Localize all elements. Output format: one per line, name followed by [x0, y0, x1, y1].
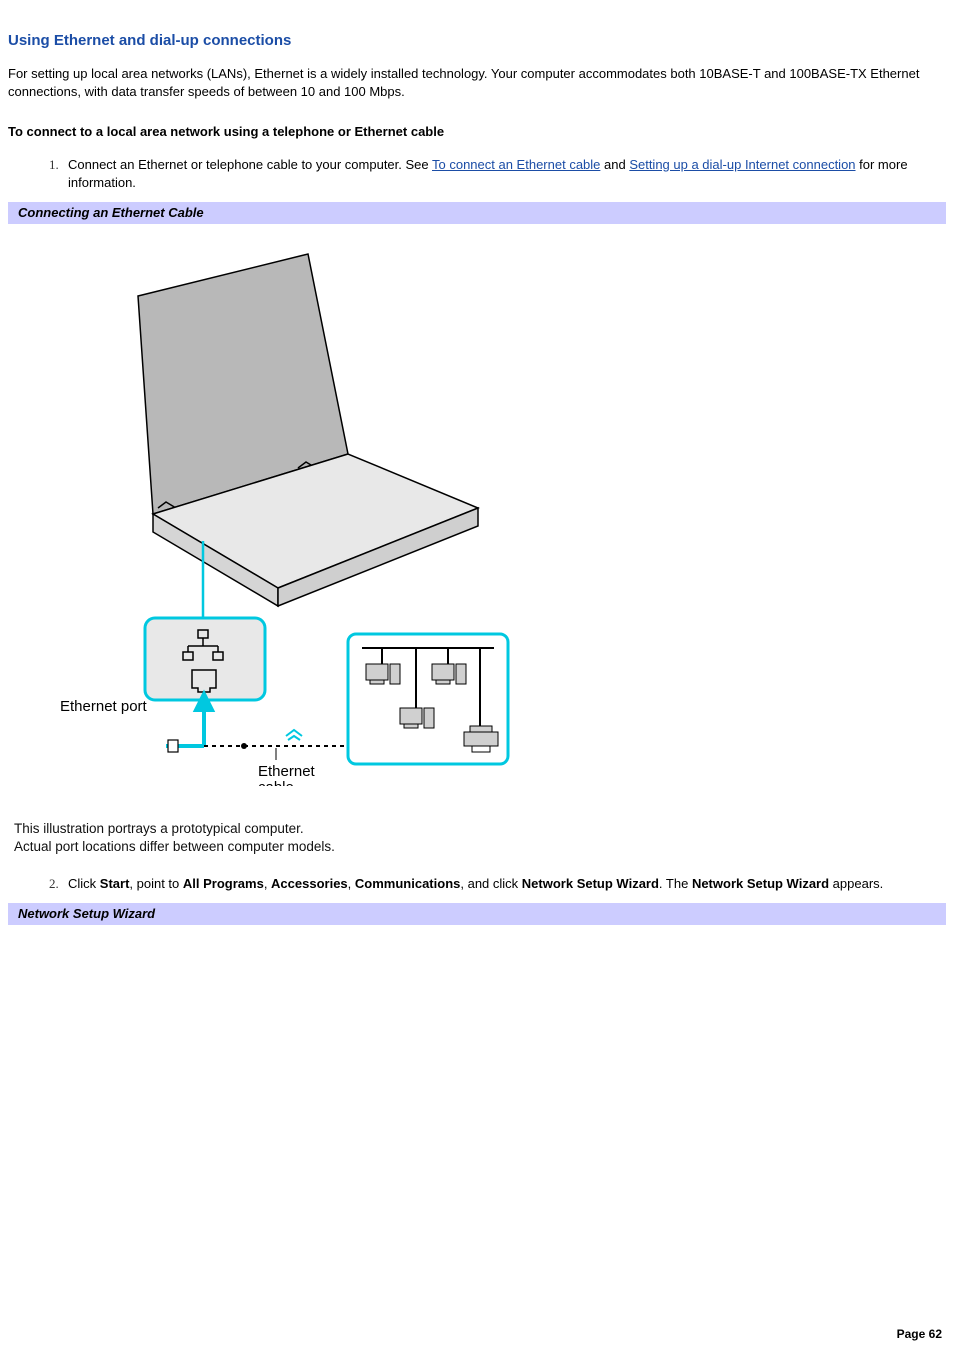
figure-caption: This illustration portrays a prototypica…: [14, 820, 946, 856]
figure-caption-l2: Actual port locations differ between com…: [14, 839, 335, 854]
step-2-t4: , and click: [460, 876, 521, 891]
intro-paragraph: For setting up local area networks (LANs…: [8, 65, 946, 101]
step-2-b4: Network Setup Wizard: [522, 876, 659, 891]
step-2-b0: Start: [100, 876, 130, 891]
figure-ethernet-cable: Ethernet port Ethernet cable: [8, 230, 946, 792]
figure-title-band-ethernet: Connecting an Ethernet Cable: [8, 202, 946, 224]
step-2-t0: Click: [68, 876, 100, 891]
figure-title-band-wizard: Network Setup Wizard: [8, 903, 946, 925]
step-2-t5: . The: [659, 876, 692, 891]
figure-label-cable-l2: cable: [258, 779, 294, 786]
step-1-text-mid: and: [600, 157, 629, 172]
step-2-t6: appears.: [829, 876, 883, 891]
figure-label-cable-l1: Ethernet: [258, 763, 316, 780]
step-2-t1: , point to: [129, 876, 182, 891]
step-2-b1: All Programs: [183, 876, 264, 891]
step-2-t2: ,: [264, 876, 271, 891]
page-number-footer: Page 62: [897, 1326, 942, 1343]
page-title: Using Ethernet and dial-up connections: [8, 30, 946, 51]
step-2: Click Start, point to All Programs, Acce…: [62, 875, 946, 893]
step-2-b2: Accessories: [271, 876, 348, 891]
figure-label-port: Ethernet port: [60, 698, 148, 715]
link-connect-ethernet-cable[interactable]: To connect an Ethernet cable: [432, 157, 600, 172]
step-1: Connect an Ethernet or telephone cable t…: [62, 156, 946, 192]
link-setting-up-dialup[interactable]: Setting up a dial-up Internet connection: [629, 157, 855, 172]
step-2-t3: ,: [348, 876, 355, 891]
step-2-b3: Communications: [355, 876, 460, 891]
figure-caption-l1: This illustration portrays a prototypica…: [14, 821, 304, 836]
section-subhead: To connect to a local area network using…: [8, 123, 946, 141]
step-2-b5: Network Setup Wizard: [692, 876, 829, 891]
step-1-text-pre: Connect an Ethernet or telephone cable t…: [68, 157, 432, 172]
